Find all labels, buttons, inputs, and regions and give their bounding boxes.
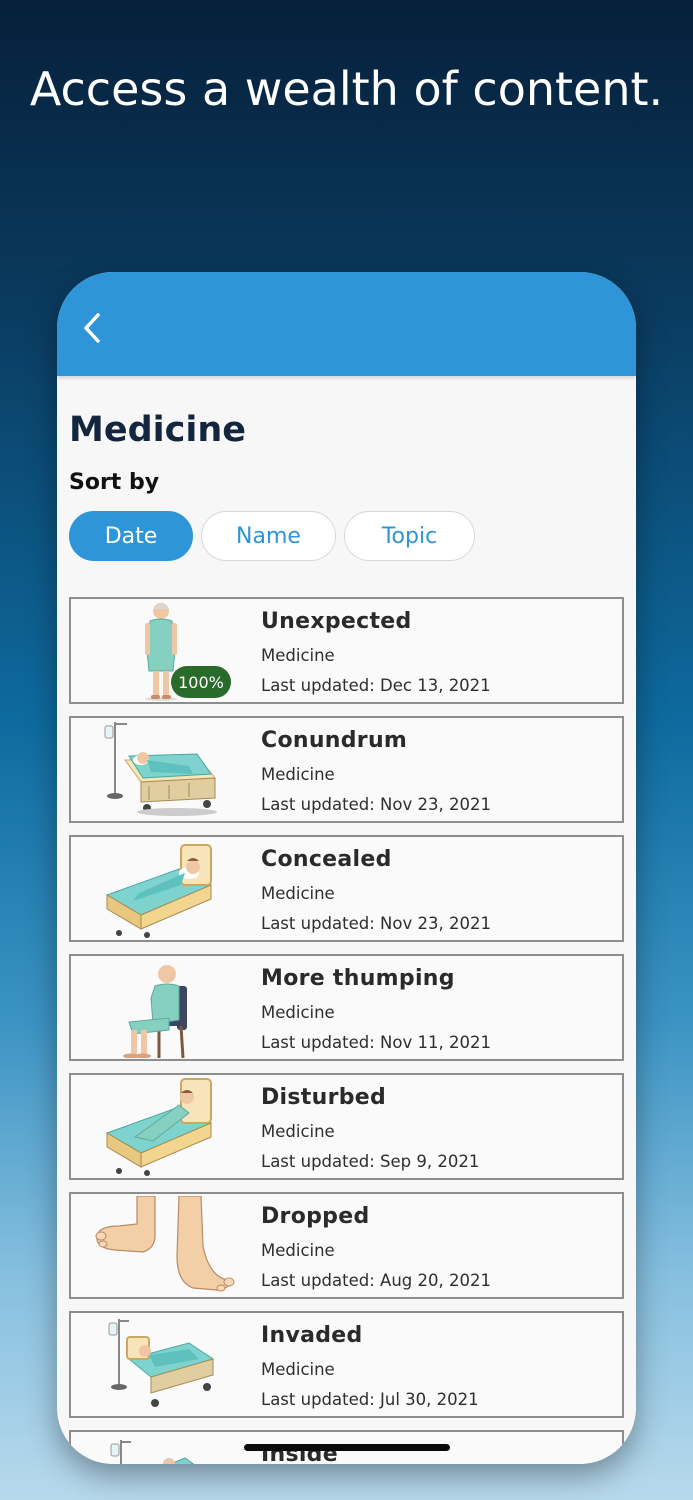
- case-card[interactable]: Dropped Medicine Last updated: Aug 20, 2…: [69, 1192, 624, 1299]
- case-updated: Last updated: Aug 20, 2021: [261, 1271, 491, 1290]
- case-card[interactable]: Concealed Medicine Last updated: Nov 23,…: [69, 835, 624, 942]
- case-updated: Last updated: Dec 13, 2021: [261, 676, 491, 695]
- case-updated: Last updated: Nov 23, 2021: [261, 795, 491, 814]
- patient-bed-iv-image: [104, 722, 217, 816]
- sort-options: Date Name Topic: [69, 511, 475, 561]
- patient-bed-iv-image: [108, 1319, 215, 1407]
- case-title: Concealed: [261, 847, 392, 872]
- case-title: Disturbed: [261, 1085, 387, 1110]
- case-card[interactable]: Disturbed Medicine Last updated: Sep 9, …: [69, 1073, 624, 1180]
- case-updated: Last updated: Jul 30, 2021: [261, 1390, 479, 1409]
- case-title: Invaded: [261, 1323, 363, 1348]
- case-updated: Last updated: Sep 9, 2021: [261, 1152, 480, 1171]
- case-topic: Medicine: [261, 646, 335, 665]
- back-button[interactable]: [77, 310, 107, 346]
- chevron-left-icon: [84, 313, 100, 343]
- case-topic: Medicine: [261, 1360, 335, 1379]
- case-card[interactable]: More thumping Medicine Last updated: Nov…: [69, 954, 624, 1061]
- case-updated: Last updated: Nov 11, 2021: [261, 1033, 491, 1052]
- case-card[interactable]: 100% Unexpected Medicine Last updated: D…: [69, 597, 624, 704]
- case-topic: Medicine: [261, 1003, 335, 1022]
- case-topic: Medicine: [261, 1122, 335, 1141]
- sort-name-button[interactable]: Name: [201, 511, 336, 561]
- app-bar: [57, 272, 636, 376]
- case-updated: Last updated: Nov 23, 2021: [261, 914, 491, 933]
- case-topic: Medicine: [261, 1241, 335, 1260]
- case-card[interactable]: Invaded Medicine Last updated: Jul 30, 2…: [69, 1311, 624, 1418]
- sort-topic-button[interactable]: Topic: [344, 511, 475, 561]
- sort-label: Sort by: [69, 470, 160, 495]
- headline: Access a wealth of content.: [29, 62, 664, 116]
- case-title: More thumping: [261, 966, 455, 991]
- sort-date-button[interactable]: Date: [69, 511, 193, 561]
- case-topic: Medicine: [261, 765, 335, 784]
- case-title: Unexpected: [261, 609, 412, 634]
- progress-badge: 100%: [171, 666, 231, 698]
- home-indicator[interactable]: [244, 1444, 450, 1451]
- patient-bed-iv-image: [110, 1440, 195, 1464]
- case-title: Dropped: [261, 1204, 370, 1229]
- case-card[interactable]: Conundrum Medicine Last updated: Nov 23,…: [69, 716, 624, 823]
- seated-patient-image: [123, 965, 187, 1058]
- case-topic: Medicine: [261, 884, 335, 903]
- patient-bed-image: [105, 844, 213, 938]
- phone-frame: Medicine Sort by Date Name Topic 100% Un…: [57, 272, 636, 1464]
- page-title: Medicine: [69, 410, 247, 450]
- patient-bed-sitting-image: [105, 1078, 213, 1176]
- case-title: Conundrum: [261, 728, 408, 753]
- feet-image: [95, 1196, 235, 1292]
- case-list: 100% Unexpected Medicine Last updated: D…: [69, 597, 624, 1464]
